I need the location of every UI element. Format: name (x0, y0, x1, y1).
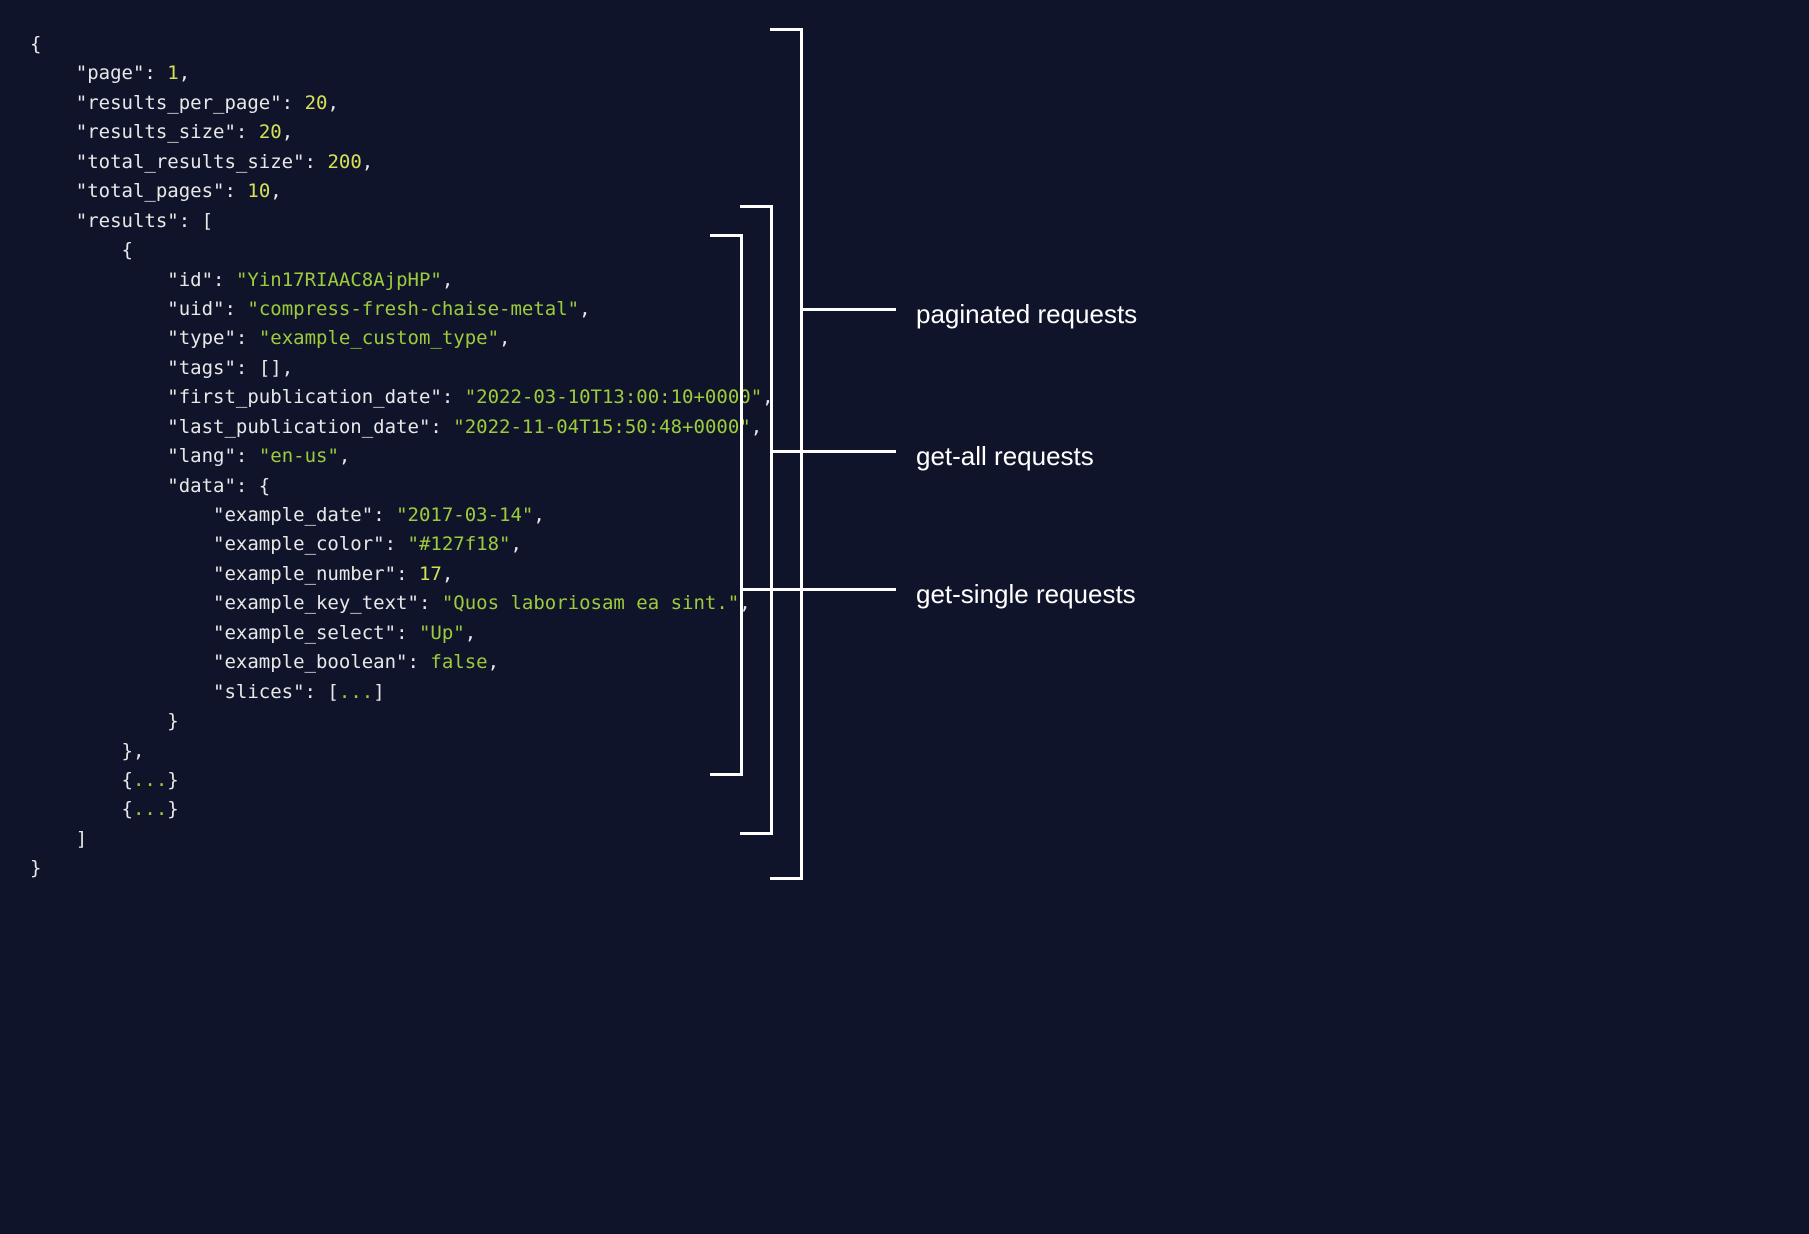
json-code-block: { "page": 1, "results_per_page": 20, "re… (30, 30, 1779, 884)
